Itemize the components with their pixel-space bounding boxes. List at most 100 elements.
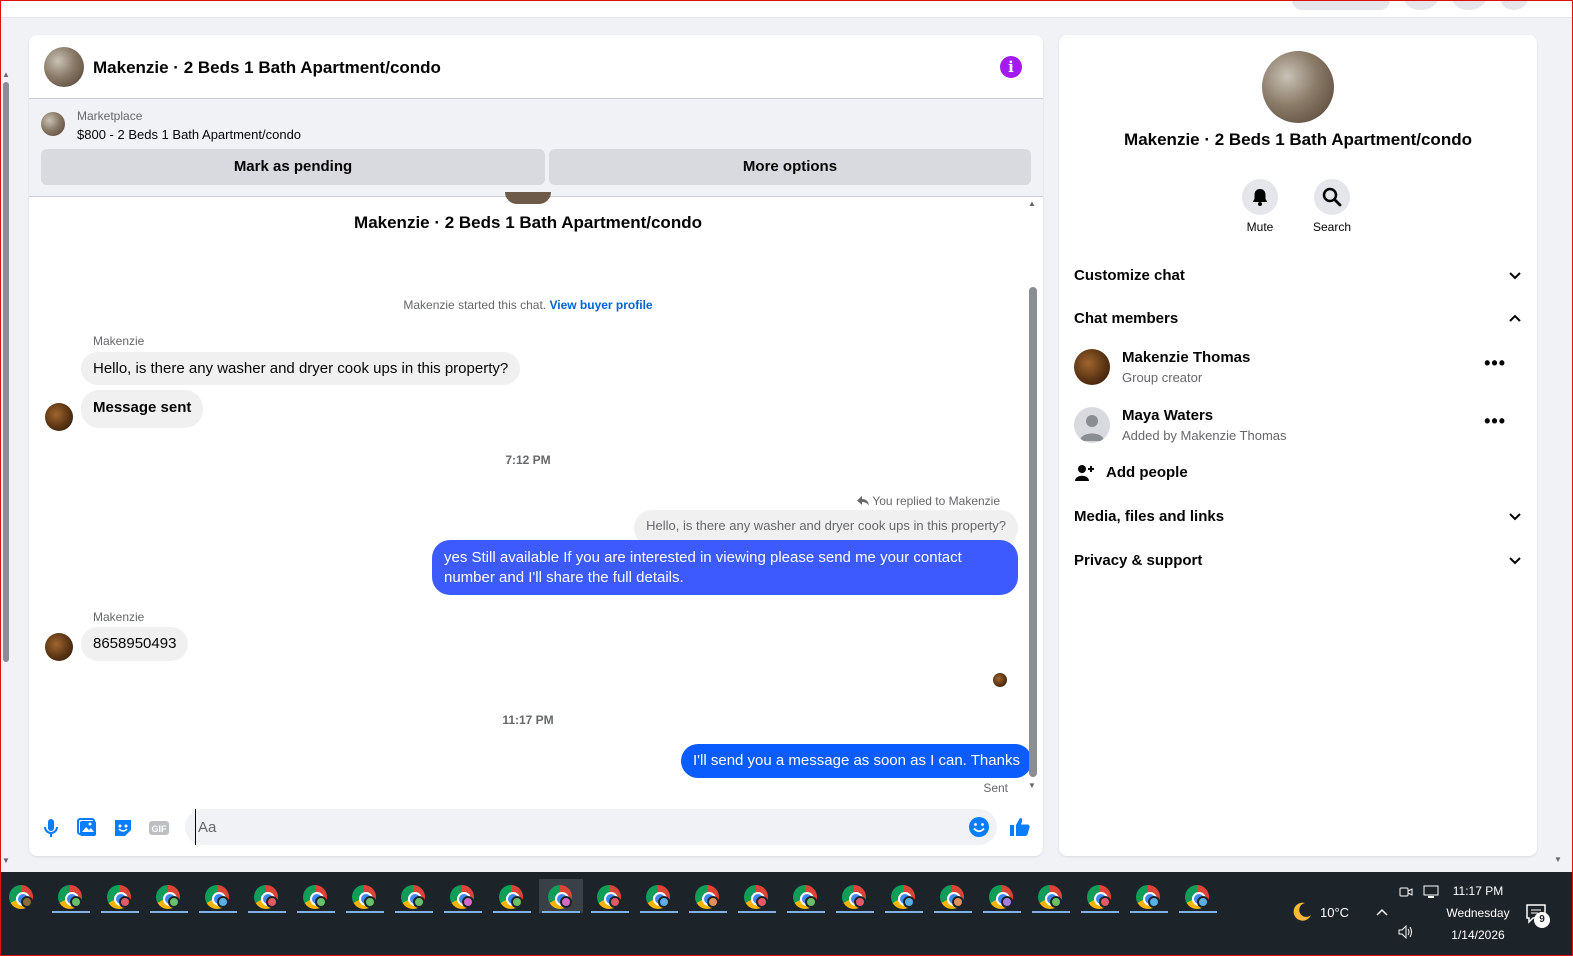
- more-options-icon[interactable]: •••: [1484, 353, 1506, 374]
- more-options-button[interactable]: More options: [549, 149, 1031, 185]
- media-files-links-row[interactable]: Media, files and links: [1074, 501, 1524, 533]
- chrome-taskbar-icon[interactable]: [735, 879, 779, 913]
- photo-icon[interactable]: [75, 816, 99, 840]
- more-options-icon[interactable]: •••: [1484, 411, 1506, 432]
- member-name[interactable]: Makenzie Thomas: [1122, 349, 1250, 366]
- chrome-taskbar-icon[interactable]: [931, 879, 975, 913]
- scroll-up-arrow[interactable]: ▲: [1028, 199, 1036, 208]
- chrome-taskbar-icon[interactable]: [539, 879, 583, 913]
- chrome-taskbar-icon[interactable]: [1029, 879, 1073, 913]
- chrome-taskbar-icon[interactable]: [980, 879, 1024, 913]
- chrome-taskbar-icon[interactable]: [588, 879, 632, 913]
- network-icon[interactable]: [1423, 885, 1439, 899]
- chrome-taskbar-icon[interactable]: [686, 879, 730, 913]
- member-avatar[interactable]: [1074, 349, 1110, 385]
- incoming-message[interactable]: Hello, is there any washer and dryer coo…: [81, 352, 521, 385]
- outgoing-message[interactable]: I'll send you a message as soon as I can…: [681, 744, 1032, 778]
- listing-price-title[interactable]: $800 - 2 Beds 1 Bath Apartment/condo: [77, 127, 301, 142]
- profile-badge-icon: [952, 896, 964, 908]
- sender-name: Makenzie: [93, 334, 145, 348]
- thread-scroll-thumb[interactable]: [1029, 287, 1037, 777]
- running-indicator: [1179, 911, 1217, 913]
- mark-as-pending-button[interactable]: Mark as pending: [41, 149, 545, 185]
- profile-avatar[interactable]: [1500, 0, 1528, 10]
- running-indicator: [395, 911, 433, 913]
- thread-scrollbar[interactable]: ▲ ▼: [1028, 197, 1038, 797]
- running-indicator: [346, 911, 384, 913]
- chrome-taskbar-icon[interactable]: [49, 879, 93, 913]
- emoji-icon[interactable]: [968, 816, 990, 838]
- member-avatar[interactable]: [1074, 407, 1110, 443]
- thumbs-up-icon[interactable]: [1008, 815, 1032, 839]
- sent-status: Sent: [983, 781, 1008, 795]
- info-icon[interactable]: i: [1000, 56, 1022, 78]
- view-buyer-profile-link[interactable]: View buyer profile: [549, 298, 652, 312]
- clock-date[interactable]: 1/14/2026: [1440, 928, 1516, 942]
- listing-avatar[interactable]: [44, 47, 84, 87]
- media-files-links-label: Media, files and links: [1074, 508, 1225, 525]
- member-row[interactable]: Maya Waters Added by Makenzie Thomas •••: [1074, 407, 1524, 447]
- chrome-taskbar-icon[interactable]: [294, 879, 338, 913]
- sticker-icon[interactable]: [111, 816, 135, 840]
- member-row[interactable]: Makenzie Thomas Group creator •••: [1074, 349, 1524, 389]
- chevron-up-icon[interactable]: [1374, 905, 1390, 921]
- incoming-message[interactable]: 8658950493: [81, 627, 189, 661]
- volume-icon[interactable]: [1398, 925, 1414, 939]
- moon-weather-icon[interactable]: [1290, 900, 1314, 924]
- chrome-taskbar-icon[interactable]: [784, 879, 828, 913]
- chrome-taskbar-icon[interactable]: [392, 879, 436, 913]
- right-scroll-down-arrow[interactable]: ▼: [1554, 855, 1562, 864]
- profile-badge-icon: [462, 896, 474, 908]
- scroll-down-arrow[interactable]: ▼: [2, 856, 10, 865]
- chrome-taskbar-icon[interactable]: [147, 879, 191, 913]
- clock-day[interactable]: Wednesday: [1440, 906, 1516, 920]
- chrome-taskbar-icon[interactable]: [1127, 879, 1171, 913]
- search-button[interactable]: [1314, 179, 1350, 215]
- gif-icon[interactable]: GIF: [147, 816, 171, 840]
- top-circle-button[interactable]: [1452, 0, 1486, 10]
- message-input[interactable]: [195, 809, 955, 845]
- profile-badge-icon: [756, 896, 768, 908]
- scroll-down-arrow[interactable]: ▼: [1028, 781, 1036, 790]
- chrome-taskbar-icon[interactable]: [490, 879, 534, 913]
- add-people-row[interactable]: Add people: [1074, 457, 1524, 489]
- chrome-taskbar-icon[interactable]: [343, 879, 387, 913]
- chrome-taskbar-icon[interactable]: [0, 879, 44, 913]
- chrome-taskbar-icon[interactable]: [245, 879, 289, 913]
- chat-members-label: Chat members: [1074, 310, 1179, 327]
- chat-title[interactable]: Makenzie · 2 Beds 1 Bath Apartment/condo: [93, 58, 441, 78]
- microphone-icon[interactable]: [39, 816, 63, 840]
- chrome-taskbar-icon[interactable]: [637, 879, 681, 913]
- outgoing-message[interactable]: yes Still available If you are intereste…: [432, 540, 1018, 595]
- customize-chat-row[interactable]: Customize chat: [1074, 260, 1524, 292]
- weather-temp[interactable]: 10°C: [1320, 905, 1349, 920]
- chrome-taskbar-icon[interactable]: [833, 879, 877, 913]
- scroll-up-arrow[interactable]: ▲: [2, 70, 10, 79]
- mute-button[interactable]: [1242, 179, 1278, 215]
- member-name[interactable]: Maya Waters: [1122, 407, 1213, 424]
- profile-badge-icon: [903, 896, 915, 908]
- chat-members-row[interactable]: Chat members: [1074, 303, 1524, 335]
- chrome-taskbar-icon[interactable]: [98, 879, 142, 913]
- chrome-taskbar-icon[interactable]: [196, 879, 240, 913]
- customize-chat-label: Customize chat: [1074, 267, 1185, 284]
- privacy-support-row[interactable]: Privacy & support: [1074, 545, 1524, 577]
- sender-avatar[interactable]: [45, 403, 73, 431]
- page-scrollbar[interactable]: ▲ ▼: [1, 70, 11, 865]
- chrome-taskbar-icon[interactable]: [1176, 879, 1220, 913]
- incoming-message[interactable]: Message sent: [81, 390, 204, 428]
- clock-time[interactable]: 11:17 PM: [1440, 884, 1516, 898]
- running-indicator: [493, 911, 531, 913]
- chrome-taskbar-icon[interactable]: [441, 879, 485, 913]
- profile-badge-icon: [854, 896, 866, 908]
- meet-now-icon[interactable]: [1399, 885, 1413, 899]
- sender-avatar[interactable]: [45, 633, 73, 661]
- profile-badge-icon: [707, 896, 719, 908]
- chrome-taskbar-icon[interactable]: [882, 879, 926, 913]
- top-pill[interactable]: [1292, 0, 1390, 10]
- conversation-avatar[interactable]: [1262, 51, 1334, 123]
- default-user-icon: [1080, 415, 1104, 441]
- chrome-taskbar-icon[interactable]: [1078, 879, 1122, 913]
- top-circle-button[interactable]: [1404, 0, 1438, 10]
- page-scroll-thumb[interactable]: [3, 82, 9, 662]
